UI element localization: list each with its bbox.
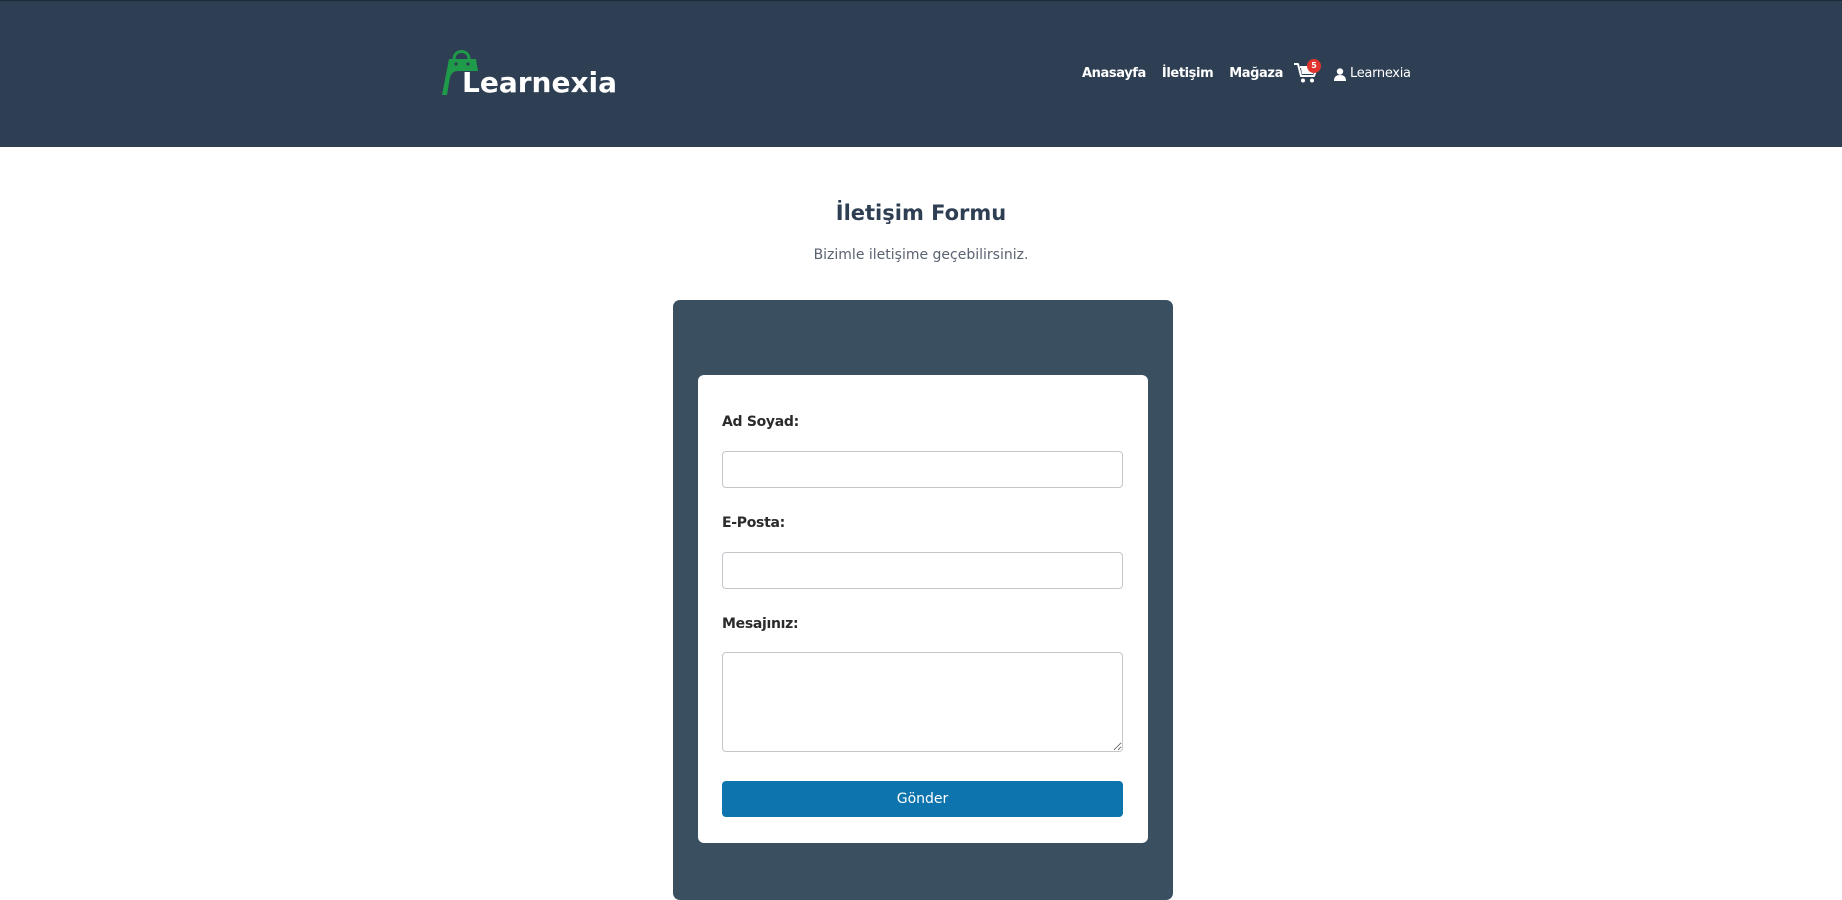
email-input[interactable] bbox=[722, 552, 1123, 589]
contact-form: Ad Soyad: E-Posta: Mesajınız: Gönder bbox=[698, 375, 1148, 843]
email-label: E-Posta: bbox=[722, 515, 785, 531]
site-logo[interactable]: Learnexia bbox=[440, 45, 617, 101]
site-header: Learnexia Anasayfa İletişim Mağaza 5 Lea… bbox=[0, 0, 1842, 147]
page-title: İletişim Formu bbox=[835, 201, 1007, 225]
user-icon bbox=[1334, 67, 1346, 81]
name-label: Ad Soyad: bbox=[722, 414, 799, 430]
message-label: Mesajınız: bbox=[722, 616, 799, 632]
nav-link-anasayfa[interactable]: Anasayfa bbox=[1082, 65, 1146, 83]
cart-count-badge: 5 bbox=[1307, 59, 1321, 73]
nav-link-iletisim[interactable]: İletişim bbox=[1162, 65, 1214, 83]
main-nav: Anasayfa İletişim Mağaza bbox=[1082, 65, 1299, 83]
user-menu[interactable]: Learnexia bbox=[1334, 65, 1411, 83]
message-textarea[interactable] bbox=[722, 652, 1123, 752]
name-input[interactable] bbox=[722, 451, 1123, 488]
submit-button[interactable]: Gönder bbox=[722, 781, 1123, 817]
nav-link-magaza[interactable]: Mağaza bbox=[1229, 65, 1283, 83]
logo-text: Learnexia bbox=[462, 66, 618, 99]
user-name: Learnexia bbox=[1350, 66, 1411, 81]
page-subtitle: Bizimle iletişime geçebilirsiniz. bbox=[813, 247, 1029, 263]
